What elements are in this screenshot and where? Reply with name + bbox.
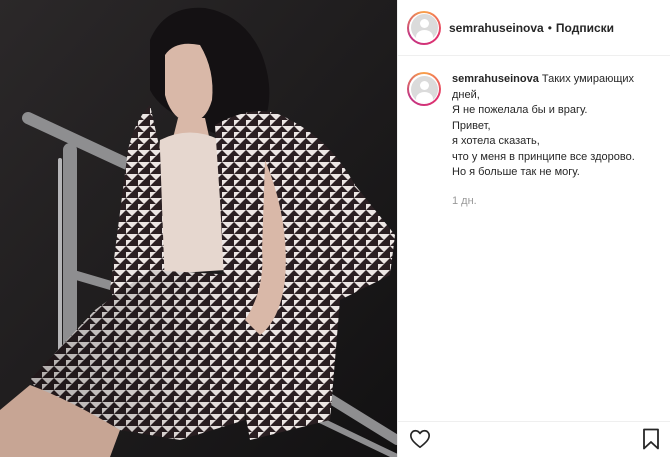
post-photo[interactable] bbox=[0, 0, 397, 457]
instagram-post: semrahuseinova • Подписки semrahuseinova… bbox=[0, 0, 670, 457]
following-button[interactable]: Подписки bbox=[556, 21, 614, 35]
post-header: semrahuseinova • Подписки bbox=[398, 0, 670, 56]
caption-author-avatar[interactable] bbox=[407, 72, 441, 106]
author-avatar[interactable] bbox=[407, 10, 441, 45]
caption-username[interactable]: semrahuseinova bbox=[452, 73, 539, 85]
caption-line: Я не пожелала бы и врагу. bbox=[452, 104, 588, 116]
action-bar bbox=[398, 421, 670, 457]
avatar-placeholder-icon bbox=[410, 14, 438, 41]
heart-icon[interactable] bbox=[409, 428, 431, 450]
post-sidebar: semrahuseinova • Подписки semrahuseinova… bbox=[397, 0, 670, 457]
caption-line: Но я больше так не могу. bbox=[452, 166, 580, 178]
separator-dot: • bbox=[547, 20, 552, 35]
caption-line: дней, bbox=[452, 88, 480, 101]
caption-line: Таких умирающих bbox=[541, 73, 635, 85]
avatar-placeholder-icon bbox=[410, 75, 438, 103]
photo-illustration bbox=[0, 0, 397, 457]
author-username[interactable]: semrahuseinova bbox=[449, 21, 544, 35]
caption-line: что у меня в принципе все здорово. bbox=[452, 150, 635, 163]
post-timestamp[interactable]: 1 дн. bbox=[452, 194, 652, 210]
caption-text: semrahuseinova Таких умирающих дней, Я н… bbox=[452, 72, 652, 209]
bookmark-icon[interactable] bbox=[642, 428, 660, 450]
caption-line: Привет, bbox=[452, 119, 491, 132]
caption-line: я хотела сказать, bbox=[452, 135, 540, 147]
caption-comment: semrahuseinova Таких умирающих дней, Я н… bbox=[398, 56, 670, 209]
